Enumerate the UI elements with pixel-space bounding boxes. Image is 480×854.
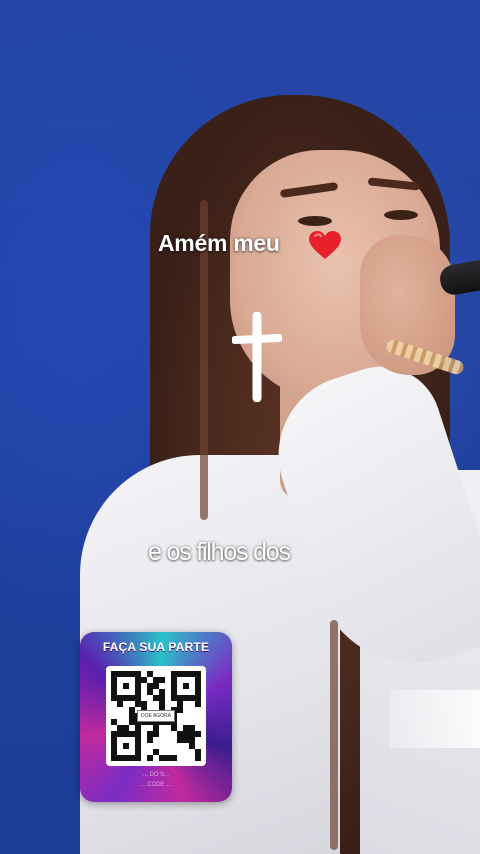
singer-eye-left [298, 216, 332, 226]
caption-filhos: e os filhos dos [148, 538, 291, 566]
caption-amem: Amém meu [158, 230, 280, 256]
light-overlay [390, 690, 480, 748]
qr-card-title: FAÇA SUA PARTE [102, 640, 210, 654]
video-frame[interactable]: Amém meu e os filhos dos FAÇA SUA PARTE … [0, 0, 480, 854]
heart-icon [309, 231, 341, 259]
qr-card-footer-line-2: ... CODE ... [140, 782, 172, 788]
cross-icon [232, 312, 282, 402]
singer-eye-right [384, 210, 418, 220]
hair-strand [330, 620, 338, 850]
donation-qr-card[interactable]: FAÇA SUA PARTE DOE AGORA ... DO S... ...… [80, 632, 232, 802]
qr-center-label: DOE AGORA [136, 710, 176, 722]
qr-card-footer-line-1: ... DO S... [142, 772, 170, 778]
qr-code[interactable]: DOE AGORA [106, 666, 206, 766]
